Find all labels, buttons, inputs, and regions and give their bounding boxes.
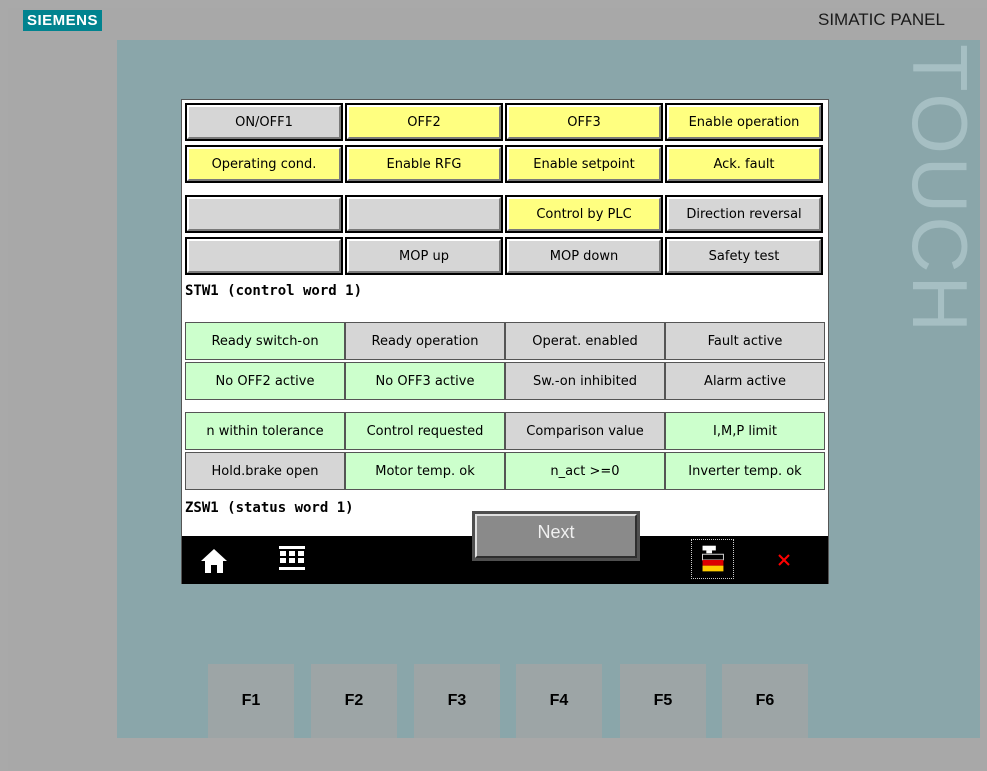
siemens-logo: SIEMENS [23,10,103,31]
control-bit-label: Enable operation [667,105,821,139]
control-bit-label [187,197,341,231]
control-bit-button[interactable]: OFF3 [505,103,663,141]
control-bit-button[interactable]: Enable operation [665,103,823,141]
status-bit-indicator: No OFF3 active [345,362,505,400]
function-key-f5[interactable]: F5 [620,664,706,738]
control-bit-label [187,239,341,273]
control-bit-label [347,197,501,231]
control-bit-label: OFF3 [507,105,661,139]
status-bit-indicator: Sw.-on inhibited [505,362,665,400]
control-bit-label: MOP down [507,239,661,273]
control-bit-button[interactable] [345,195,503,233]
status-bit-indicator: No OFF2 active [185,362,345,400]
status-bit-indicator: n within tolerance [185,412,345,450]
function-key-f4[interactable]: F4 [516,664,602,738]
hmi-screen: ON/OFF1 OFF2 OFF3 Enable operation Operating… [181,99,829,584]
control-bit-button[interactable]: MOP up [345,237,503,275]
control-bit-button[interactable]: Enable RFG [345,145,503,183]
status-bit-indicator: Motor temp. ok [345,452,505,490]
status-bit-indicator: Alarm active [665,362,825,400]
status-bit-indicator: Control requested [345,412,505,450]
close-icon[interactable] [774,550,794,570]
status-bit-indicator: Ready switch-on [185,322,345,360]
status-bit-indicator: Hold.brake open [185,452,345,490]
status-bit-indicator: Comparison value [505,412,665,450]
control-bit-button[interactable]: MOP down [505,237,663,275]
status-bit-indicator: n_act >=0 [505,452,665,490]
function-key-f3[interactable]: F3 [414,664,500,738]
status-bit-indicator: Ready operation [345,322,505,360]
control-bit-button[interactable]: Enable setpoint [505,145,663,183]
status-word-label: ZSW1 (status word 1) [185,500,354,516]
control-bit-button[interactable] [185,237,343,275]
control-bit-button[interactable]: ON/OFF1 [185,103,343,141]
control-bit-label: Operating cond. [187,147,341,181]
control-bit-label: Control by PLC [507,197,661,231]
function-key-f2[interactable]: F2 [311,664,397,738]
language-flag-icon[interactable] [691,539,734,579]
function-key-f6[interactable]: F6 [722,664,808,738]
control-bit-label: OFF2 [347,105,501,139]
function-key-f1[interactable]: F1 [208,664,294,738]
control-bit-label: Enable RFG [347,147,501,181]
status-bit-indicator: Operat. enabled [505,322,665,360]
control-bit-label: Ack. fault [667,147,821,181]
control-bit-button[interactable]: Direction reversal [665,195,823,233]
control-bit-button[interactable]: Control by PLC [505,195,663,233]
next-button[interactable]: Next [472,511,640,561]
next-button-label: Next [475,514,637,558]
grid-icon[interactable] [279,546,305,570]
control-bit-button[interactable]: Ack. fault [665,145,823,183]
control-bit-button[interactable] [185,195,343,233]
touch-bezel-label: TOUCH [888,44,987,344]
status-bit-indicator: Inverter temp. ok [665,452,825,490]
touch-label-text: TOUCH [896,44,984,335]
control-word-label: STW1 (control word 1) [185,283,363,299]
control-bit-button[interactable]: Operating cond. [185,145,343,183]
control-bit-label: ON/OFF1 [187,105,341,139]
control-bit-label: Direction reversal [667,197,821,231]
control-bit-label: Safety test [667,239,821,273]
home-icon[interactable] [200,548,228,574]
panel-model-name: SIMATIC PANEL [818,10,945,29]
control-bit-label: MOP up [347,239,501,273]
control-bit-button[interactable]: Safety test [665,237,823,275]
status-bit-indicator: I,M,P limit [665,412,825,450]
control-bit-button[interactable]: OFF2 [345,103,503,141]
status-bit-indicator: Fault active [665,322,825,360]
control-bit-label: Enable setpoint [507,147,661,181]
